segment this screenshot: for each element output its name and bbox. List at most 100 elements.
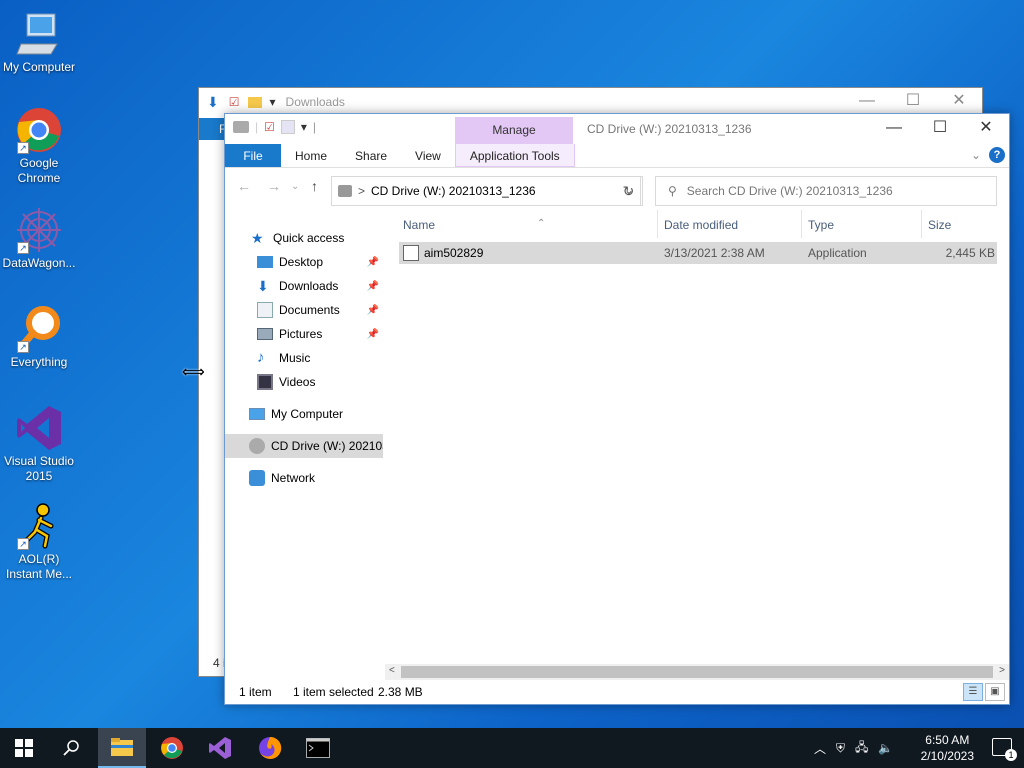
sidebar-item-quick-access[interactable]: ★ Quick access — [225, 226, 383, 250]
search-button[interactable] — [48, 728, 96, 768]
file-date: 3/13/2021 2:38 AM — [664, 246, 765, 260]
sidebar-item-label: My Computer — [271, 407, 344, 421]
action-center-icon[interactable]: 1 — [992, 738, 1017, 761]
details-view-icon[interactable]: ☰ — [963, 683, 983, 701]
desktop-icon-datawagon[interactable]: ↗ DataWagon... — [0, 206, 78, 271]
cd-drive-window[interactable]: | ☑ ▾ | Manage CD Drive (W:) 20210313_12… — [224, 113, 1010, 705]
application-file-icon — [403, 245, 419, 261]
horizontal-scrollbar[interactable]: < > — [385, 664, 1009, 680]
show-hidden-icons-icon[interactable]: ︿ — [814, 740, 826, 757]
navigation-pane: ★ Quick access Desktop 📌 ⬇ Downloads 📌 D… — [225, 226, 383, 670]
datawagon-icon: ↗ — [15, 206, 63, 254]
tab-file[interactable]: File — [225, 144, 281, 167]
back-arrow-icon[interactable]: ← — [237, 178, 251, 194]
pin-icon[interactable]: 📌 — [367, 281, 379, 292]
close-button[interactable]: ✕ — [963, 114, 1009, 144]
tab-share[interactable]: Share — [341, 144, 401, 167]
downloads-window-title: Downloads — [285, 95, 345, 109]
refresh-button[interactable]: ↻ — [615, 176, 643, 206]
network-status-icon[interactable]: 🖧 — [855, 738, 868, 759]
file-row[interactable]: aim502829 3/13/2021 2:38 AM Application … — [399, 242, 997, 264]
desktop-icon-label: Google Chrome — [17, 156, 61, 185]
volume-icon[interactable]: 🔈 — [878, 741, 893, 755]
sidebar-item-pictures[interactable]: Pictures 📌 — [225, 322, 383, 346]
desktop-icon-visual-studio[interactable]: Visual Studio 2015 — [0, 404, 78, 484]
scroll-right-icon[interactable]: > — [999, 665, 1005, 676]
chrome-icon: ↗ — [15, 106, 63, 154]
sidebar-item-my-computer[interactable]: My Computer — [225, 402, 383, 426]
tab-home[interactable]: Home — [281, 144, 341, 167]
pin-icon[interactable]: 📌 — [367, 257, 379, 268]
sidebar-item-documents[interactable]: Documents 📌 — [225, 298, 383, 322]
taskbar-firefox[interactable] — [246, 728, 294, 768]
up-arrow-icon[interactable]: ↑ — [311, 178, 318, 194]
search-box[interactable]: ⚲ Search CD Drive (W:) 20210313_1236 — [655, 176, 997, 206]
qat-dropdown-icon[interactable]: ▾ — [301, 120, 307, 134]
shortcut-arrow-icon: ↗ — [17, 142, 29, 154]
clock-date: 2/10/2023 — [920, 749, 974, 763]
desktop-icon-aol[interactable]: ↗ AOL(R) Instant Me... — [0, 502, 78, 582]
separator: | — [312, 120, 317, 134]
sidebar-item-network[interactable]: Network — [225, 466, 383, 490]
help-icon[interactable]: ? — [989, 147, 1005, 163]
close-button[interactable]: ✕ — [936, 88, 982, 116]
search-icon — [63, 740, 79, 756]
chrome-icon — [161, 737, 183, 759]
shortcut-arrow-icon: ↗ — [17, 538, 29, 550]
minimize-button[interactable]: — — [844, 88, 890, 116]
sidebar-item-videos[interactable]: Videos — [225, 370, 383, 394]
scrollbar-thumb[interactable] — [401, 666, 993, 678]
forward-arrow-icon[interactable]: → — [267, 178, 281, 194]
column-size[interactable]: Size — [928, 218, 951, 232]
minimize-button[interactable]: — — [871, 114, 917, 144]
file-name: aim502829 — [424, 246, 484, 260]
cd-drive-icon — [249, 438, 265, 454]
search-placeholder: Search CD Drive (W:) 20210313_1236 — [686, 184, 893, 198]
column-divider[interactable] — [921, 210, 922, 238]
sidebar-item-music[interactable]: ♪ Music — [225, 346, 383, 370]
expand-ribbon-icon[interactable]: ⌄ — [971, 148, 981, 162]
desktop-icon-label: DataWagon... — [2, 256, 76, 270]
taskbar-command-prompt[interactable] — [294, 728, 342, 768]
maximize-button[interactable]: ☐ — [917, 114, 963, 144]
clock[interactable]: 6:50 AM 2/10/2023 — [921, 732, 974, 764]
column-divider[interactable] — [801, 210, 802, 238]
checkmark-icon: ☑ — [228, 95, 240, 109]
taskbar-visual-studio[interactable] — [196, 728, 244, 768]
desktop-icon-my-computer[interactable]: My Computer — [0, 10, 78, 75]
tab-view[interactable]: View — [401, 144, 455, 167]
selected-size: 2.38 MB — [378, 685, 423, 699]
column-date-modified[interactable]: Date modified — [664, 218, 738, 232]
address-text: CD Drive (W:) 20210313_1236 — [371, 184, 536, 198]
tab-manage[interactable]: Manage — [455, 117, 573, 144]
recent-dropdown-icon[interactable]: ⌄ — [291, 181, 299, 192]
ribbon-tabs: File Home Share View Application Tools ⌄… — [225, 144, 1009, 168]
column-name[interactable]: Name — [403, 218, 435, 232]
view-buttons: ☰ ▣ — [963, 683, 1005, 701]
desktop-icon-label: Visual Studio 2015 — [4, 454, 74, 483]
downloads-file-tab[interactable]: F — [199, 118, 226, 140]
pin-icon[interactable]: 📌 — [367, 329, 379, 340]
taskbar-file-explorer[interactable] — [98, 728, 146, 768]
maximize-button[interactable]: ☐ — [890, 88, 936, 116]
sidebar-item-desktop[interactable]: Desktop 📌 — [225, 250, 383, 274]
address-bar[interactable]: > CD Drive (W:) 20210313_1236 ⌄ — [331, 176, 641, 206]
start-button[interactable] — [0, 728, 48, 768]
sidebar-item-downloads[interactable]: ⬇ Downloads 📌 — [225, 274, 383, 298]
sidebar-item-cd-drive[interactable]: CD Drive (W:) 202103 — [225, 434, 383, 458]
taskbar-chrome[interactable] — [148, 728, 196, 768]
pin-icon[interactable]: 📌 — [367, 305, 379, 316]
column-divider[interactable] — [657, 210, 658, 238]
column-type[interactable]: Type — [808, 218, 834, 232]
desktop-icon-google-chrome[interactable]: ↗ Google Chrome — [0, 106, 78, 186]
tab-application-tools[interactable]: Application Tools — [454, 144, 575, 167]
properties-icon[interactable]: ☑ — [264, 120, 275, 134]
desktop-icon-everything[interactable]: ↗ Everything — [0, 305, 78, 370]
sidebar-item-label: Pictures — [279, 327, 323, 341]
scroll-left-icon[interactable]: < — [389, 665, 395, 676]
new-folder-icon[interactable] — [280, 120, 295, 134]
qat-dropdown-icon[interactable]: ▾ — [270, 95, 276, 109]
security-icon[interactable]: ⛨ — [836, 741, 845, 756]
large-icons-view-icon[interactable]: ▣ — [985, 683, 1005, 701]
everything-icon: ↗ — [15, 305, 63, 353]
